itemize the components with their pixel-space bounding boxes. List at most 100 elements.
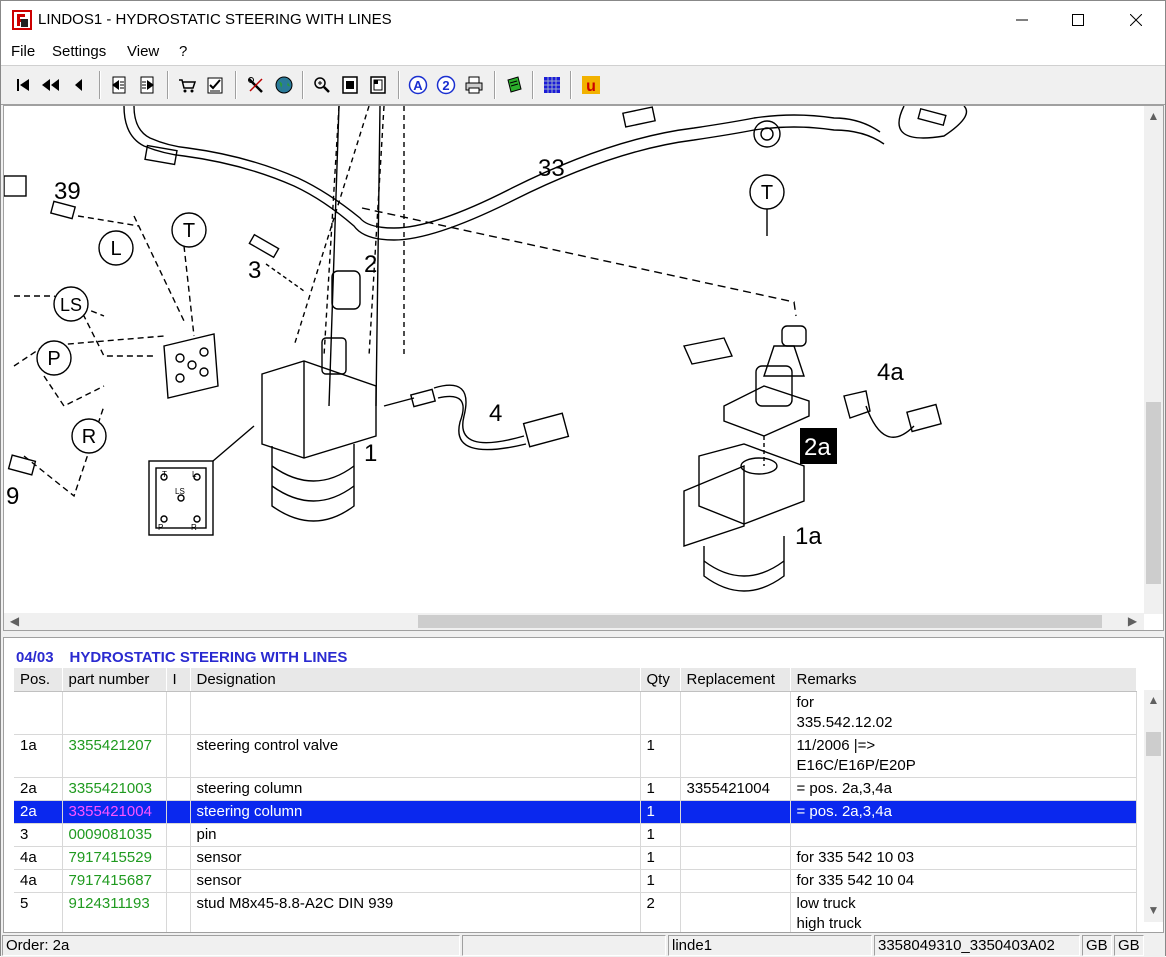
cell-i: [166, 869, 191, 893]
col-replacement[interactable]: Replacement: [680, 668, 791, 692]
port-label-l: L: [192, 470, 197, 479]
toolbar-separator: [167, 71, 169, 99]
previous-button[interactable]: [67, 73, 91, 97]
col-qty[interactable]: Qty: [640, 668, 681, 692]
table-row[interactable]: 2a 3355421004 steering column 1 = pos. 2a,3,…: [14, 800, 1137, 824]
parts-table: Pos. part number I Designation Qty Repla…: [14, 668, 1137, 932]
u-icon: u: [582, 76, 600, 95]
table-row[interactable]: 4a 7917415529 sensor 1 for 335 542 10 03: [14, 846, 1137, 870]
callout-2a[interactable]: 2a: [804, 434, 831, 461]
menu-view[interactable]: View: [127, 43, 159, 60]
table-row[interactable]: 2a 3355421003 steering column 1 3355421004 = …: [14, 777, 1137, 801]
u-button[interactable]: u: [579, 73, 603, 97]
page-button[interactable]: [338, 73, 362, 97]
table-row[interactable]: 4a 7917415687 sensor 1 for 335 542 10 04: [14, 869, 1137, 893]
drawing-vscroll-thumb[interactable]: [1146, 402, 1161, 584]
table-row[interactable]: 5 9124311193 stud M8x45-8.8-A2C DIN 939 2 lo…: [14, 892, 1137, 932]
remark-line: for: [796, 693, 815, 711]
cell-replacement: [680, 691, 791, 735]
tools-button[interactable]: [244, 73, 268, 97]
scroll-up-icon[interactable]: ▲: [1144, 108, 1163, 125]
callout-t-left[interactable]: T: [183, 220, 195, 242]
parts-scroll-down-icon[interactable]: ▼: [1144, 902, 1163, 919]
cell-i: [166, 892, 191, 932]
callout-4a[interactable]: 4a: [877, 359, 904, 386]
cell-i: [166, 691, 191, 735]
cell-part-number: 7917415687: [62, 869, 167, 893]
callout-3[interactable]: 3: [248, 257, 261, 284]
cell-pos: 5: [14, 892, 63, 932]
parts-vscroll-thumb[interactable]: [1146, 732, 1161, 756]
cell-pos: 1a: [14, 734, 63, 778]
cell-replacement: [680, 823, 791, 847]
remark-line: for 335 542 10 04: [796, 871, 915, 889]
previous-group-button[interactable]: [39, 73, 63, 97]
minimize-button[interactable]: [993, 1, 1051, 39]
callout-33[interactable]: 33: [538, 155, 565, 182]
callout-r[interactable]: R: [82, 426, 96, 448]
callout-l[interactable]: L: [110, 238, 121, 260]
port-label-p: P: [158, 523, 163, 532]
table-header-row: Pos. part number I Designation Qty Repla…: [14, 668, 1137, 692]
drawing-pane[interactable]: 39 L T 3 2 33 T LS P R 1 4 4a 2a 1a 9 T …: [3, 105, 1164, 631]
callout-ls[interactable]: LS: [60, 295, 82, 315]
callout-39[interactable]: 39: [54, 178, 81, 205]
exploded-drawing[interactable]: 39 L T 3 2 33 T LS P R 1 4 4a 2a 1a 9 T …: [4, 106, 1144, 612]
table-row[interactable]: 3 0009081035 pin 1: [14, 823, 1137, 847]
print-button[interactable]: [462, 73, 486, 97]
col-designation[interactable]: Designation: [190, 668, 641, 692]
cell-pos: 4a: [14, 846, 63, 870]
cell-remarks: = pos. 2a,3,4a: [790, 800, 1137, 824]
forward-section-button[interactable]: [135, 73, 159, 97]
table-row[interactable]: for 335.542.12.02: [14, 691, 1137, 735]
close-button[interactable]: [1107, 1, 1165, 39]
cart-icon: [179, 79, 197, 93]
col-pos[interactable]: Pos.: [14, 668, 63, 692]
col-part-number[interactable]: part number: [62, 668, 167, 692]
cell-remarks: 11/2006 |=> E16C/E16P/E20P: [790, 734, 1137, 778]
table-row[interactable]: 1a 3355421207 steering control valve 1 11/20…: [14, 734, 1137, 778]
drawing-vertical-scrollbar[interactable]: ▲: [1144, 106, 1163, 614]
callout-t-right[interactable]: T: [761, 182, 773, 204]
drawing-hscroll-thumb[interactable]: [418, 615, 1102, 628]
cell-replacement: [680, 734, 791, 778]
menu-help[interactable]: ?: [179, 43, 187, 60]
scroll-left-icon[interactable]: ◀: [6, 613, 23, 630]
callout-9[interactable]: 9: [6, 483, 19, 510]
menu-settings[interactable]: Settings: [52, 43, 106, 60]
back-section-button[interactable]: [107, 73, 131, 97]
callout-1[interactable]: 1: [364, 440, 377, 467]
cart-button[interactable]: [175, 73, 199, 97]
info-a-icon: A: [408, 75, 428, 95]
remark-line: low truck: [796, 894, 856, 912]
callout-1a[interactable]: 1a: [795, 523, 822, 550]
cell-designation: stud M8x45-8.8-A2C DIN 939: [190, 892, 641, 932]
grid-button[interactable]: [540, 73, 564, 97]
port-label-r: R: [191, 523, 197, 532]
order-list-button[interactable]: [203, 73, 227, 97]
back-section-icon: [112, 76, 126, 94]
maximize-button[interactable]: [1049, 1, 1107, 39]
parts-vertical-scrollbar[interactable]: ▲ ▼: [1144, 690, 1163, 922]
page-alt-button[interactable]: [366, 73, 390, 97]
menu-file[interactable]: File: [11, 43, 35, 60]
parts-scroll-up-icon[interactable]: ▲: [1144, 692, 1163, 709]
col-remarks[interactable]: Remarks: [790, 668, 1137, 692]
callout-4[interactable]: 4: [489, 400, 502, 427]
toolbar: A 2 u: [1, 65, 1165, 105]
callout-p[interactable]: P: [47, 348, 60, 370]
minimize-icon: [1016, 19, 1028, 21]
drawing-horizontal-scrollbar[interactable]: ◀ ▶: [4, 613, 1144, 630]
callout-2[interactable]: 2: [364, 251, 377, 278]
scroll-right-icon[interactable]: ▶: [1124, 613, 1141, 630]
zoom-button[interactable]: [310, 73, 334, 97]
first-page-button[interactable]: [11, 73, 35, 97]
cell-part-number: 3355421207: [62, 734, 167, 778]
info-2-button[interactable]: 2: [434, 73, 458, 97]
col-i[interactable]: I: [166, 668, 191, 692]
info-a-button[interactable]: A: [406, 73, 430, 97]
export-button[interactable]: [502, 73, 526, 97]
close-icon: [1130, 14, 1142, 26]
status-lang-1: GB: [1082, 935, 1112, 956]
globe-button[interactable]: [272, 73, 296, 97]
